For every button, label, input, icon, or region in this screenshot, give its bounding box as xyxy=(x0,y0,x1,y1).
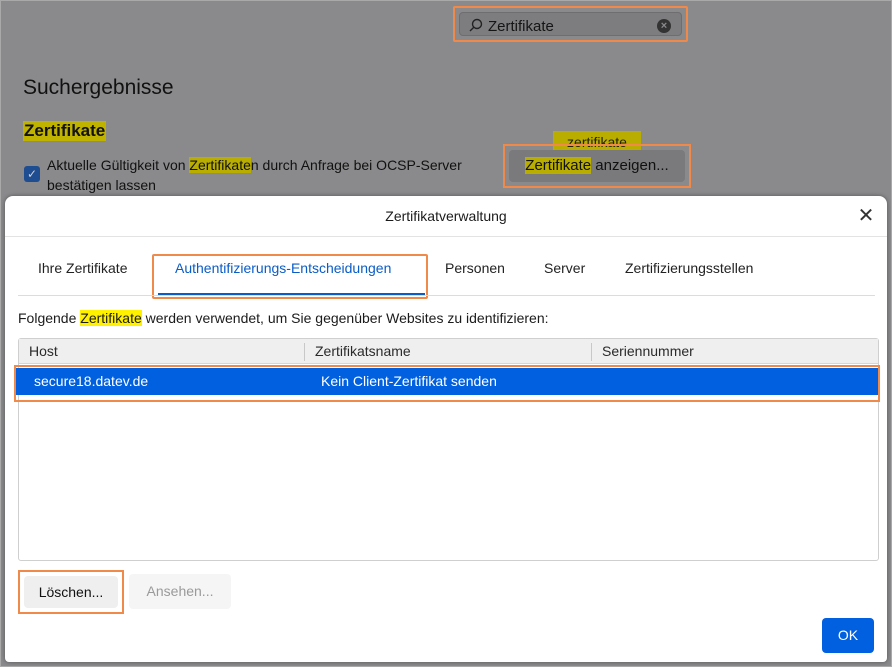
column-header-cert-name[interactable]: Zertifikatsname xyxy=(315,339,411,363)
tab-authorities[interactable]: Zertifizierungsstellen xyxy=(625,260,753,276)
show-certificates-button[interactable]: Zertifikate anzeigen... xyxy=(509,150,685,182)
ok-button[interactable]: OK xyxy=(822,618,874,653)
column-header-host[interactable]: Host xyxy=(29,339,58,363)
dialog-title: Zertifikatverwaltung xyxy=(385,208,507,224)
tabs-divider xyxy=(18,295,875,296)
certificates-section-title: Zertifikate xyxy=(23,121,107,141)
close-icon[interactable]: ✕ xyxy=(857,206,875,226)
preferences-search-field[interactable]: Zertifikate × xyxy=(459,12,682,36)
column-divider[interactable] xyxy=(591,343,592,361)
column-divider[interactable] xyxy=(304,343,305,361)
search-icon xyxy=(469,18,483,32)
row-highlight-frame xyxy=(14,365,880,402)
info-text: Folgende Zertifikate werden verwendet, u… xyxy=(18,310,549,326)
view-button[interactable]: Ansehen... xyxy=(129,574,231,609)
show-certificates-highlight-frame: Zertifikate anzeigen... xyxy=(503,144,691,188)
column-header-serial[interactable]: Seriennummer xyxy=(602,339,694,363)
delete-button-highlight-frame: Löschen... xyxy=(18,570,124,614)
tab-your-certificates[interactable]: Ihre Zertifikate xyxy=(38,260,127,276)
clear-search-icon[interactable]: × xyxy=(657,19,671,33)
certificate-manager-dialog: Zertifikatverwaltung ✕ Ihre Zertifikate … xyxy=(5,196,887,662)
search-highlight-frame: Zertifikate × xyxy=(453,6,688,42)
active-tab-highlight-frame xyxy=(152,254,428,299)
title-divider xyxy=(5,236,887,237)
delete-button[interactable]: Löschen... xyxy=(24,576,118,608)
search-input-value[interactable]: Zertifikate xyxy=(488,18,554,35)
tab-servers[interactable]: Server xyxy=(544,260,585,276)
table-header: Host Zertifikatsname Seriennummer xyxy=(19,339,878,364)
tab-people[interactable]: Personen xyxy=(445,260,505,276)
search-results-title: Suchergebnisse xyxy=(23,76,174,99)
ocsp-label: Aktuelle Gültigkeit von Zertifikaten dur… xyxy=(47,157,462,193)
ocsp-checkbox[interactable]: ✓ xyxy=(24,166,40,182)
